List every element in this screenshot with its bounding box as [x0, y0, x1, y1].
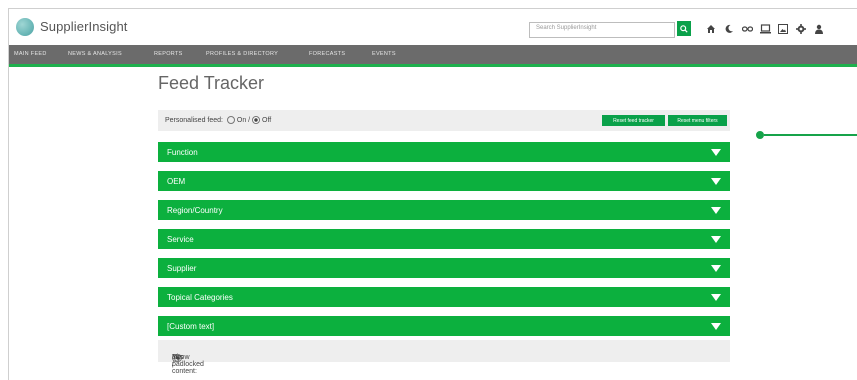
moon-icon[interactable]: [720, 21, 738, 36]
radio-on-label: On /: [236, 116, 251, 124]
top-bar: SupplierInsight Search SupplierInsight: [9, 9, 857, 45]
radio-off-label: Off: [262, 116, 272, 124]
search-input[interactable]: Search SupplierInsight: [529, 22, 675, 38]
reset-menu-filters-button[interactable]: Reset menu filters: [668, 115, 727, 126]
radio-no-label: No: [172, 354, 181, 361]
user-icon[interactable]: [810, 21, 828, 36]
nav-item-events[interactable]: EVENTS: [372, 51, 396, 57]
accordion-function[interactable]: Function: [158, 142, 730, 162]
app-name: SupplierInsight: [40, 19, 128, 34]
accordion-label: Topical Categories: [167, 293, 233, 302]
gear-icon[interactable]: [792, 21, 810, 36]
chevron-down-icon: [711, 207, 721, 214]
accordion-label: Function: [167, 148, 198, 157]
link-icon[interactable]: [738, 21, 756, 36]
annotation-line: [764, 134, 857, 136]
personalised-feed-row: Personalised feed: On / Off: [165, 116, 271, 124]
chevron-down-icon: [711, 294, 721, 301]
home-icon[interactable]: [702, 21, 720, 36]
padlocked-content-bar: Show padlocked content: Yes / No: [158, 340, 730, 375]
main-nav: MAIN FEED NEWS & ANALYSIS REPORTS PROFIL…: [9, 45, 857, 67]
chevron-down-icon: [711, 236, 721, 243]
radio-on[interactable]: [226, 116, 235, 124]
accordion-service[interactable]: Service: [158, 229, 730, 249]
accordion-label: Service: [167, 235, 194, 244]
search-button[interactable]: [677, 21, 691, 36]
chevron-down-icon: [711, 149, 721, 156]
accordion-label: Supplier: [167, 264, 197, 273]
accordion-label: [Custom text]: [167, 322, 215, 331]
nav-item-news-analysis[interactable]: NEWS & ANALYSIS: [68, 51, 122, 57]
chevron-down-icon: [711, 265, 721, 272]
chevron-down-icon: [711, 323, 721, 330]
accordion-region-country[interactable]: Region/Country: [158, 200, 730, 220]
accordion-label: OEM: [167, 177, 186, 186]
nav-item-reports[interactable]: REPORTS: [154, 51, 183, 57]
search-placeholder: Search SupplierInsight: [536, 25, 597, 31]
annotation-dot: [756, 131, 764, 139]
image-icon[interactable]: [774, 21, 792, 36]
logo-icon: [16, 18, 34, 36]
radio-off[interactable]: [252, 116, 261, 124]
nav-item-profiles-directory[interactable]: PROFILES & DIRECTORY: [206, 51, 278, 57]
accordion-custom-text[interactable]: [Custom text]: [158, 316, 730, 336]
accordion-oem[interactable]: OEM: [158, 171, 730, 191]
personalised-feed-bar: Personalised feed: On / Off Reset feed t…: [158, 110, 730, 131]
accordion-label: Region/Country: [167, 206, 223, 215]
accordion-topical-categories[interactable]: Topical Categories: [158, 287, 730, 307]
personalised-feed-label: Personalised feed:: [165, 116, 223, 124]
accordion-supplier[interactable]: Supplier: [158, 258, 730, 278]
reset-feed-tracker-button[interactable]: Reset feed tracker: [602, 115, 665, 126]
page-title: Feed Tracker: [158, 73, 265, 93]
toolbar-icons: [702, 21, 828, 36]
nav-item-forecasts[interactable]: FORECASTS: [309, 51, 345, 57]
laptop-icon[interactable]: [756, 21, 774, 36]
nav-item-main-feed[interactable]: MAIN FEED: [14, 51, 47, 57]
chevron-down-icon: [711, 178, 721, 185]
search-icon: [680, 24, 688, 33]
